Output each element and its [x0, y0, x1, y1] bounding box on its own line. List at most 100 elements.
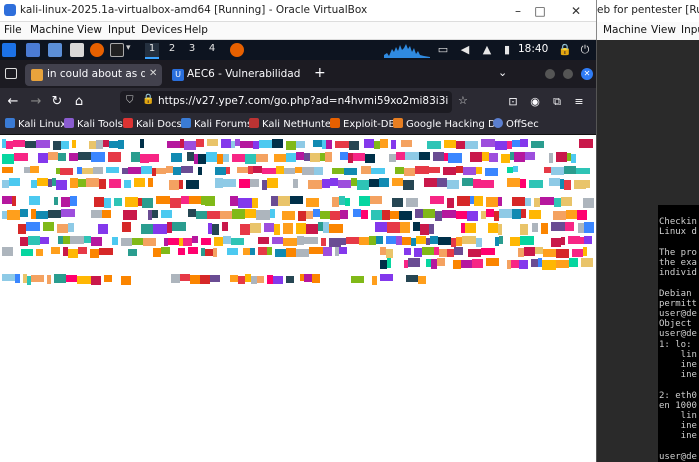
terminal-line: ine: [659, 360, 697, 370]
tab-label: AEC6 - Vulnerabilidad XSS: [187, 68, 301, 80]
terminal-line: the exa: [659, 258, 697, 268]
kali-menu-icon[interactable]: [2, 43, 16, 57]
tab-close-icon[interactable]: ✕: [149, 68, 157, 79]
firefox-icon[interactable]: [90, 43, 104, 57]
tab-label: in could about as day well: [47, 68, 145, 80]
lock-icon[interactable]: 🔒: [142, 94, 154, 105]
bookmark-kali-forums[interactable]: Kali Forums: [181, 118, 252, 130]
bookmark-exploit-db[interactable]: Exploit-DB: [330, 118, 395, 130]
exploit-db-icon: [330, 118, 340, 128]
workspace-1[interactable]: 1: [145, 43, 159, 59]
page-noise-graphic: [2, 139, 594, 285]
chevron-down-icon[interactable]: ▾: [126, 43, 131, 53]
text-editor-icon[interactable]: [70, 43, 84, 57]
menu-view[interactable]: View: [651, 24, 676, 36]
terminal-line: lin: [659, 411, 697, 421]
bookmark-label: Kali Tools: [77, 119, 123, 130]
bookmark-offsec[interactable]: OffSec: [493, 118, 539, 130]
maximize-dot-button[interactable]: [563, 69, 573, 79]
back-arrow-icon[interactable]: ←: [4, 93, 22, 111]
close-button[interactable]: ✕: [566, 2, 586, 20]
shield-icon[interactable]: ⛉: [126, 95, 134, 106]
minimize-button[interactable]: –: [508, 2, 528, 20]
terminal-line: Object: [659, 319, 692, 330]
bookmark-google-hacking-db[interactable]: Google Hacking DB: [393, 118, 503, 130]
bookmark-label: Exploit-DB: [343, 119, 396, 130]
menu-input[interactable]: Inpu: [681, 24, 699, 36]
kali-icon: [5, 118, 15, 128]
menu-view[interactable]: View: [77, 24, 102, 36]
bookmark-kali-linux[interactable]: Kali Linux: [5, 118, 66, 130]
second-vm-titlebar: eb for pentester [Runn: [596, 0, 699, 22]
menu-machine[interactable]: Machine: [603, 24, 647, 36]
forward-arrow-icon[interactable]: →: [27, 93, 45, 111]
terminal-output[interactable]: Checkin Linux d The pro the exa individ Debia…: [658, 205, 699, 462]
terminal-line: 1: lo:: [659, 339, 692, 350]
terminal-line: ine: [659, 370, 697, 381]
menu-machine[interactable]: Machine: [30, 24, 74, 36]
hamburger-menu-icon[interactable]: ≡: [570, 93, 588, 111]
desktop-icon[interactable]: [26, 43, 40, 57]
home-icon[interactable]: ⌂: [70, 93, 88, 111]
window-title: kali-linux-2025.1a-virtualbox-amd64 [Run…: [20, 4, 368, 16]
lock-icon[interactable]: 🔒: [558, 43, 572, 57]
menu-help[interactable]: Help: [184, 24, 208, 36]
bookmark-kali-docs[interactable]: Kali Docs: [123, 118, 182, 130]
clock[interactable]: 18:40: [518, 43, 548, 55]
menu-devices[interactable]: Devices: [141, 24, 182, 36]
minimize-dot-button[interactable]: [545, 69, 555, 79]
terminal-line: Debian: [659, 288, 692, 299]
file-manager-icon[interactable]: [48, 43, 62, 57]
bookmark-star-icon[interactable]: ☆: [458, 94, 468, 107]
power-icon[interactable]: ⏻: [578, 43, 592, 57]
monitor-icon[interactable]: ▭: [436, 43, 450, 57]
extensions-icon[interactable]: ⧉: [548, 93, 566, 111]
terminal-line: ine: [659, 431, 697, 442]
bookmark-kali-nethunter[interactable]: Kali NetHunter: [249, 118, 335, 130]
vbox-menubar: File Machine View Input Devices Help: [0, 22, 596, 40]
terminal-line: The pro: [659, 247, 697, 258]
list-tabs-chevron-icon[interactable]: ⌄: [498, 66, 507, 79]
reload-icon[interactable]: ↻: [48, 93, 66, 111]
firefox-task-icon[interactable]: [230, 43, 244, 57]
maximize-button[interactable]: □: [530, 2, 550, 20]
tab-favicon-icon: U: [172, 69, 184, 81]
terminal-icon[interactable]: [110, 43, 124, 57]
notification-bell-icon[interactable]: ▲: [480, 43, 494, 57]
new-tab-button[interactable]: +: [314, 65, 326, 81]
bookmark-kali-tools[interactable]: Kali Tools: [64, 118, 123, 130]
pocket-icon[interactable]: ⊡: [504, 93, 522, 111]
account-icon[interactable]: ◉: [526, 93, 544, 111]
tab-active[interactable]: in could about as day well ✕: [25, 64, 162, 86]
workspace-4[interactable]: 4: [205, 43, 219, 54]
second-vm-title: eb for pentester [Runn: [597, 4, 699, 16]
bookmark-label: Google Hacking DB: [406, 119, 503, 130]
web-page-content[interactable]: [0, 135, 596, 462]
terminal-line: user@de: [659, 451, 697, 462]
workspace-2[interactable]: 2: [165, 43, 179, 54]
terminal-line: permitt: [659, 298, 697, 309]
firefox-nav-toolbar: ← → ↻ ⌂ ⛉ 🔒 https://v27.ype7.com/go.php?…: [0, 88, 596, 116]
tab-overview-icon[interactable]: [5, 68, 17, 79]
tab-favicon-icon: [31, 69, 43, 81]
workspace-3[interactable]: 3: [185, 43, 199, 54]
virtualbox-icon: [4, 4, 16, 16]
nethunter-icon: [249, 118, 259, 128]
terminal-line: Checkin: [659, 217, 697, 228]
kali-top-panel: ▾ 1 2 3 4 ▭ ◀ ▲ ▮ 18:40 🔒 ⏻: [0, 40, 596, 60]
tab-aec6[interactable]: U AEC6 - Vulnerabilidad XSS: [168, 64, 305, 86]
battery-icon[interactable]: ▮: [500, 43, 514, 57]
volume-icon[interactable]: ◀: [458, 43, 472, 57]
menu-file[interactable]: File: [4, 24, 22, 36]
ghdb-icon: [393, 118, 403, 128]
close-window-button[interactable]: ✕: [581, 68, 593, 80]
url-bar[interactable]: ⛉ 🔒 https://v27.ype7.com/go.php?ad=n4hvm…: [120, 91, 452, 113]
url-text[interactable]: https://v27.ype7.com/go.php?ad=n4hvmi59x…: [158, 95, 448, 107]
terminal-line: en 1000: [659, 400, 697, 411]
terminal-line: user@de: [659, 329, 697, 340]
kali-forums-icon: [181, 118, 191, 128]
terminal-line: individ: [659, 268, 697, 279]
terminal-line: 2: eth0: [659, 390, 697, 401]
menu-input[interactable]: Input: [108, 24, 135, 36]
terminal-line: lin: [659, 349, 697, 360]
